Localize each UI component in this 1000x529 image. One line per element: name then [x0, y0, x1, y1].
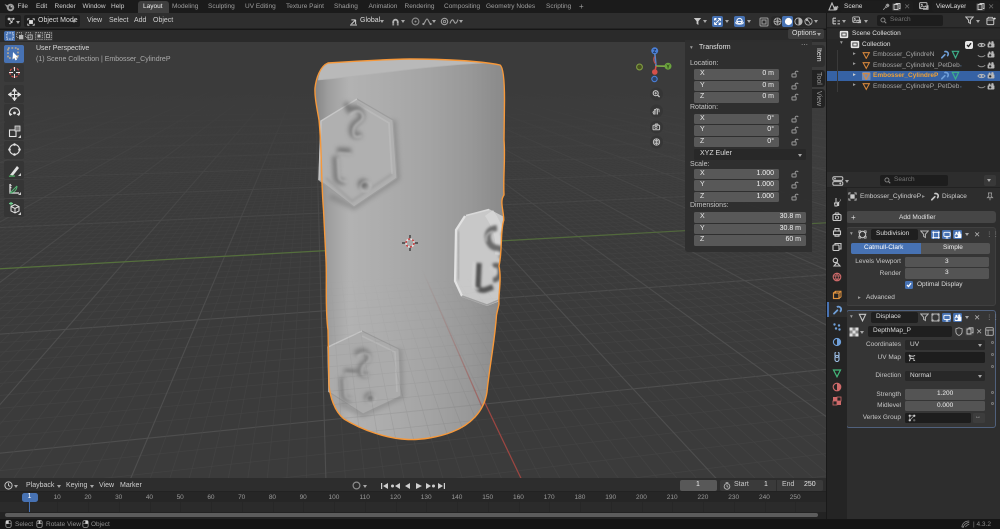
svg-text:Z: Z: [653, 49, 656, 55]
